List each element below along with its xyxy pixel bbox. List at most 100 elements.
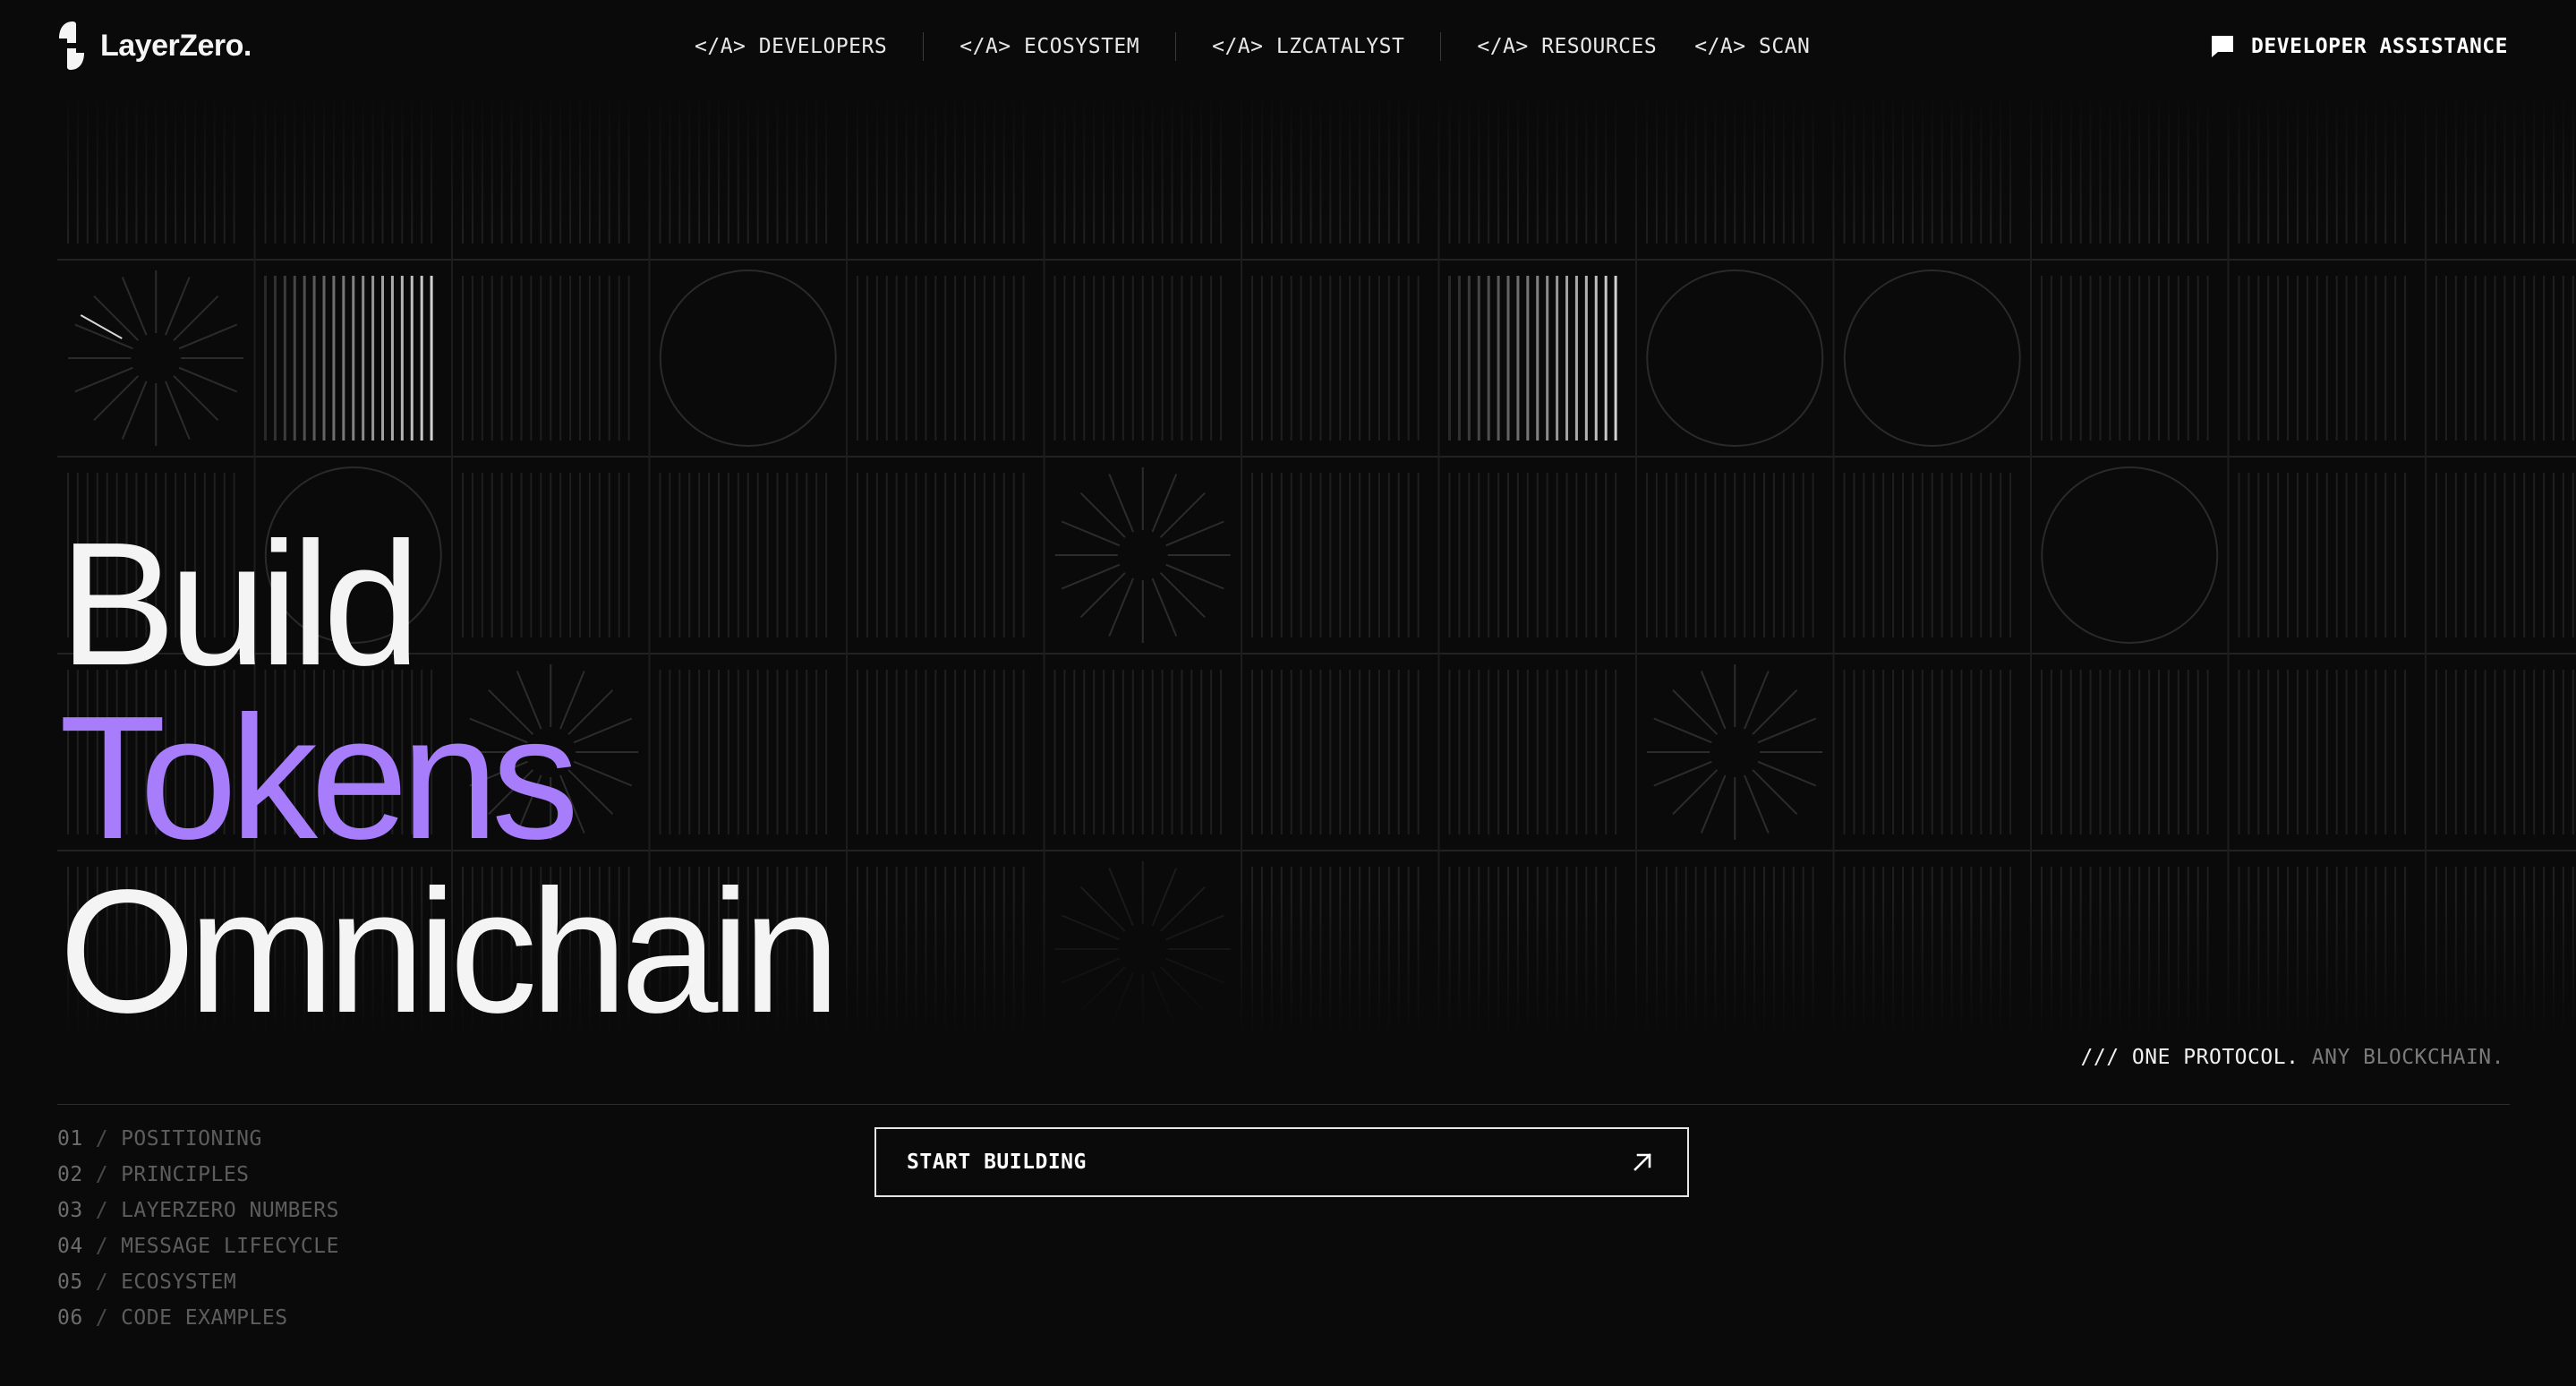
site-header: LayerZero. </A> DEVELOPERS </A> ECOSYSTE… (0, 0, 2576, 93)
grid-burst-ray (93, 375, 140, 422)
section-link-message-lifecycle[interactable]: 04 / MESSAGE LIFECYCLE (57, 1228, 339, 1264)
section-separator: / (95, 1235, 109, 1258)
grid-burst-ray (1151, 474, 1178, 533)
grid-burst-ray (1061, 957, 1121, 984)
grid-burst-ray (1108, 971, 1134, 1031)
grid-burst-ray (1079, 966, 1126, 1013)
nav-divider (923, 32, 925, 61)
grid-burst-ray (1744, 671, 1770, 730)
developer-assistance-label: DEVELOPER ASSISTANCE (2251, 35, 2508, 58)
developer-assistance-button[interactable]: DEVELOPER ASSISTANCE (2210, 27, 2508, 66)
grid-burst-ray (1653, 760, 1712, 787)
hero-headline: Build Tokens Omnichain (59, 506, 840, 1040)
grid-burst-ray (1079, 886, 1126, 932)
section-number: 04 (57, 1235, 83, 1258)
section-link-ecosystem[interactable]: 05 / ECOSYSTEM (57, 1264, 339, 1300)
section-link-code-examples[interactable]: 06 / CODE EXAMPLES (57, 1300, 339, 1336)
section-separator: / (95, 1127, 109, 1151)
grid-burst-ray (178, 366, 238, 393)
grid-burst-ray (1151, 971, 1178, 1031)
grid-burst-ray (1159, 966, 1206, 1013)
grid-burst-ray (1061, 520, 1121, 547)
nav-developers[interactable]: </A> DEVELOPERS (695, 35, 887, 58)
nav-resources[interactable]: </A> RESOURCES (1477, 35, 1657, 58)
grid-circle (659, 270, 837, 447)
section-separator: / (95, 1270, 109, 1294)
section-number: 02 (57, 1163, 83, 1186)
section-label: CODE EXAMPLES (121, 1306, 288, 1330)
grid-burst-ray (1653, 717, 1712, 744)
section-separator: / (95, 1306, 109, 1330)
section-label: ECOSYSTEM (121, 1270, 237, 1294)
grid-burst-ray (1079, 572, 1126, 619)
tagline-secondary: ANY BLOCKCHAIN. (2311, 1046, 2504, 1069)
grid-burst-ray (121, 277, 148, 336)
grid-burst-ray (1165, 957, 1224, 984)
grid-burst-ray (1700, 774, 1727, 834)
tagline-primary: /// ONE PROTOCOL. (2080, 1046, 2299, 1069)
nav-label: ECOSYSTEM (1023, 35, 1140, 58)
nav-prefix: </A> (960, 35, 1011, 58)
nav-divider (1175, 32, 1177, 61)
nav-ecosystem[interactable]: </A> ECOSYSTEM (960, 35, 1139, 58)
grid-burst-ray (1151, 868, 1178, 927)
grid-burst-ray (1159, 492, 1206, 538)
section-number: 01 (57, 1127, 83, 1151)
grid-burst-ray (1165, 563, 1224, 590)
grid-burst-ray (1165, 914, 1224, 941)
grid-burst-ray (1151, 578, 1178, 637)
grid-burst-ray (1079, 492, 1126, 538)
grid-burst-ray (1061, 563, 1121, 590)
grid-burst-ray (1159, 572, 1206, 619)
start-building-label: START BUILDING (907, 1151, 1087, 1174)
grid-burst-ray (1165, 520, 1224, 547)
section-index: 01 / POSITIONING 02 / PRINCIPLES 03 / LAYERZER… (57, 1121, 339, 1336)
section-link-principles[interactable]: 02 / PRINCIPLES (57, 1157, 339, 1193)
section-separator: / (95, 1199, 109, 1222)
logo[interactable]: LayerZero. (55, 16, 252, 75)
nav-prefix: </A> (695, 35, 746, 58)
grid-burst-ray (1672, 689, 1719, 735)
grid-burst-ray (1752, 689, 1798, 735)
grid-burst-ray (178, 323, 238, 350)
grid-circle (2041, 466, 2219, 644)
nav-label: SCAN (1758, 35, 1811, 58)
nav-prefix: </A> (1212, 35, 1264, 58)
chat-bubble-icon (2212, 36, 2234, 57)
grid-circle (1646, 270, 1824, 447)
grid-burst-ray (93, 295, 140, 341)
section-number: 05 (57, 1270, 83, 1294)
headline-line-build: Build (59, 506, 421, 702)
nav-prefix: </A> (1694, 35, 1746, 58)
main-nav: </A> DEVELOPERS </A> ECOSYSTEM </A> LZCA… (695, 27, 1810, 66)
grid-burst-ray (1108, 578, 1134, 637)
grid-burst-ray (1061, 914, 1121, 941)
grid-burst-ray (1159, 886, 1206, 932)
grid-circle (1843, 270, 2021, 447)
nav-scan[interactable]: </A> SCAN (1694, 35, 1810, 58)
section-label: PRINCIPLES (121, 1163, 250, 1186)
grid-burst-ray (1744, 774, 1770, 834)
nav-label: DEVELOPERS (758, 35, 888, 58)
nav-lzcatalyst[interactable]: </A> LZCATALYST (1212, 35, 1404, 58)
section-link-positioning[interactable]: 01 / POSITIONING (57, 1121, 339, 1157)
grid-burst-ray (165, 277, 191, 336)
section-link-numbers[interactable]: 03 / LAYERZERO NUMBERS (57, 1193, 339, 1228)
hero-tagline: /// ONE PROTOCOL. ANY BLOCKCHAIN. (2081, 1046, 2504, 1069)
brand-name: LayerZero. (100, 28, 252, 63)
arrow-up-right-icon (1633, 1153, 1651, 1171)
nav-label: LZCATALYST (1275, 35, 1405, 58)
grid-burst-ray (121, 381, 148, 440)
start-building-button[interactable]: START BUILDING (874, 1127, 1689, 1197)
grid-burst-ray (74, 366, 133, 393)
section-number: 06 (57, 1306, 83, 1330)
grid-burst-ray (1752, 769, 1798, 816)
nav-label: RESOURCES (1541, 35, 1658, 58)
grid-burst-ray (1700, 671, 1727, 730)
grid-burst-ray (173, 375, 219, 422)
section-divider (57, 1104, 2510, 1105)
headline-line-tokens: Tokens (59, 680, 579, 876)
section-label: LAYERZERO NUMBERS (121, 1199, 339, 1222)
grid-burst-ray (1108, 474, 1134, 533)
grid-burst-ray (1672, 769, 1719, 816)
